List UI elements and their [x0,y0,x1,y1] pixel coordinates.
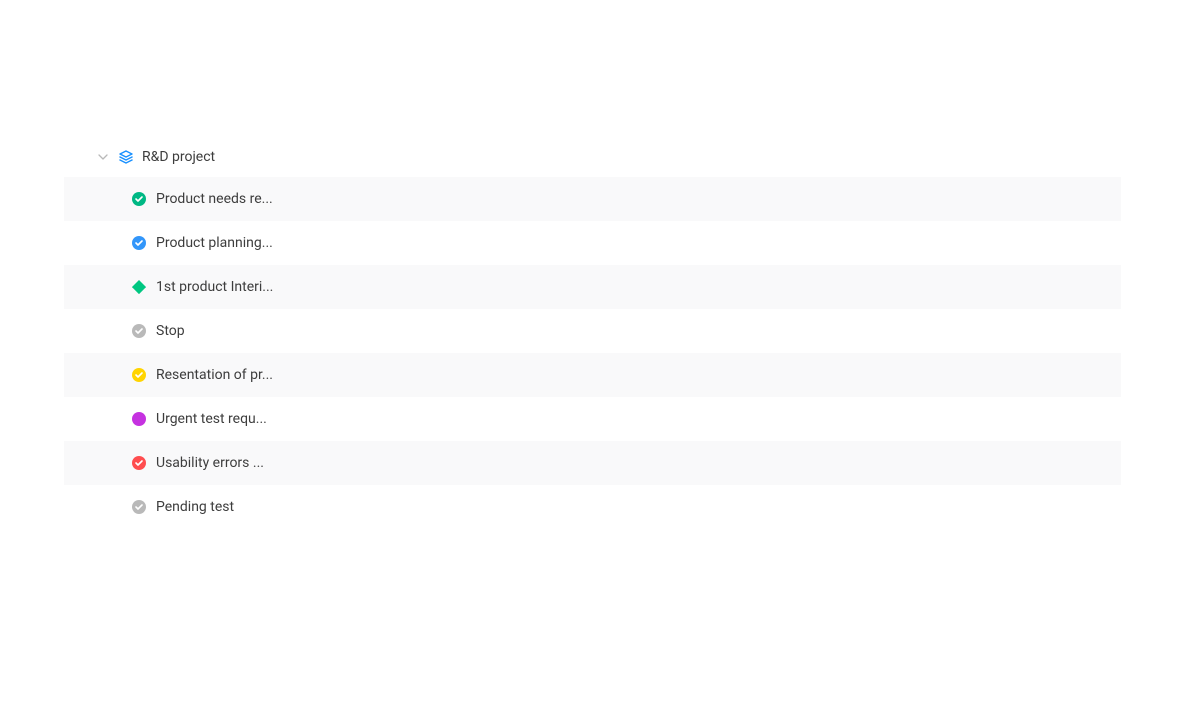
task-row[interactable]: Urgent test requ... [64,397,1121,441]
task-row[interactable]: Usability errors ... [64,441,1121,485]
check-circle-red-icon [132,456,146,470]
check-circle-yellow-icon [132,368,146,382]
task-row[interactable]: Pending test [64,485,1121,529]
task-label: Pending test [156,499,234,515]
task-row[interactable]: Product needs re... [64,177,1121,221]
task-label: Product needs re... [156,191,273,207]
check-circle-gray-icon [132,500,146,514]
task-label: Product planning... [156,235,273,251]
task-label: Urgent test requ... [156,411,267,427]
layers-icon [118,149,134,165]
task-row[interactable]: Product planning... [64,221,1121,265]
project-header[interactable]: R&D project [64,145,1121,177]
task-row[interactable]: 1st product Interi... [64,265,1121,309]
task-row[interactable]: Resentation of pr... [64,353,1121,397]
task-label: Resentation of pr... [156,367,273,383]
task-row[interactable]: Stop [64,309,1121,353]
dot-purple-icon [132,412,146,426]
check-circle-green-icon [132,192,146,206]
diamond-green-icon [132,280,146,294]
task-label: Usability errors ... [156,455,264,471]
check-circle-blue-icon [132,236,146,250]
task-label: Stop [156,323,185,339]
project-title: R&D project [142,149,215,165]
chevron-down-icon[interactable] [96,150,110,164]
check-circle-gray-icon [132,324,146,338]
task-label: 1st product Interi... [156,279,273,295]
task-list: Product needs re... Product planning... … [64,177,1121,529]
